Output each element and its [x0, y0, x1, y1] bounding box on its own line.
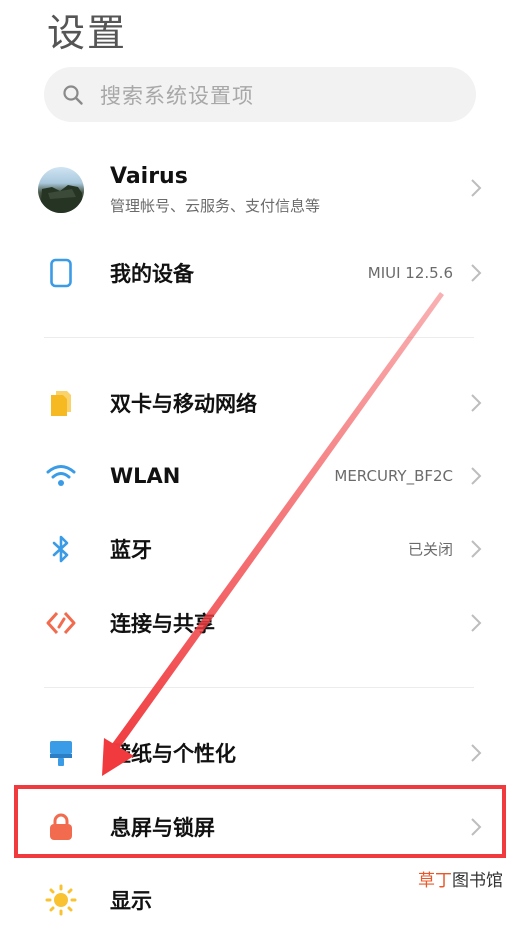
watermark-part2: 图书馆 — [452, 871, 503, 891]
settings-item-value: 已关闭 — [407, 540, 453, 559]
chevron-right-icon — [471, 179, 482, 197]
phone-icon — [44, 256, 78, 290]
settings-item-label: WLAN — [110, 464, 181, 488]
settings-item-label: 壁纸与个性化 — [110, 742, 236, 766]
search-placeholder: 搜索系统设置项 — [100, 83, 254, 108]
chevron-right-icon — [471, 467, 482, 485]
settings-item-label: 连接与共享 — [110, 612, 215, 636]
section-divider — [44, 687, 474, 688]
settings-item-label: 显示 — [110, 889, 152, 913]
chevron-right-icon — [471, 264, 482, 282]
highlight-box — [14, 785, 506, 858]
wifi-icon — [44, 459, 78, 493]
settings-item-label: 我的设备 — [110, 262, 194, 286]
search-icon — [63, 84, 83, 105]
account-name: Vairus — [110, 164, 188, 189]
chevron-right-icon — [471, 614, 482, 632]
settings-item-connection-sharing[interactable]: 连接与共享 — [0, 587, 518, 659]
chevron-right-icon — [471, 744, 482, 762]
sun-icon — [44, 883, 78, 917]
account-subtitle: 管理帐号、云服务、支付信息等 — [110, 197, 321, 215]
share-connection-icon — [44, 606, 78, 640]
settings-item-my-device[interactable]: 我的设备 MIUI 12.5.6 — [0, 237, 518, 309]
avatar — [38, 167, 84, 213]
settings-item-label: 蓝牙 — [110, 538, 152, 562]
wallpaper-brush-icon — [44, 736, 78, 770]
section-divider — [44, 337, 474, 338]
chevron-right-icon — [471, 394, 482, 412]
chevron-right-icon — [471, 540, 482, 558]
settings-item-bluetooth[interactable]: 蓝牙 已关闭 — [0, 513, 518, 585]
bluetooth-icon — [44, 532, 78, 566]
sim-card-icon — [44, 386, 78, 420]
settings-item-value: MERCURY_BF2C — [334, 467, 453, 485]
settings-item-label: 双卡与移动网络 — [110, 392, 257, 416]
page-title: 设置 — [47, 11, 128, 55]
search-bar[interactable]: 搜索系统设置项 — [44, 67, 476, 122]
watermark-part1: 草丁 — [418, 871, 452, 891]
settings-item-value: MIUI 12.5.6 — [367, 264, 453, 282]
settings-item-wallpaper[interactable]: 壁纸与个性化 — [0, 717, 518, 789]
settings-item-wlan[interactable]: WLAN MERCURY_BF2C — [0, 440, 518, 512]
settings-item-dual-sim[interactable]: 双卡与移动网络 — [0, 367, 518, 439]
watermark: 草丁图书馆 — [418, 866, 503, 891]
